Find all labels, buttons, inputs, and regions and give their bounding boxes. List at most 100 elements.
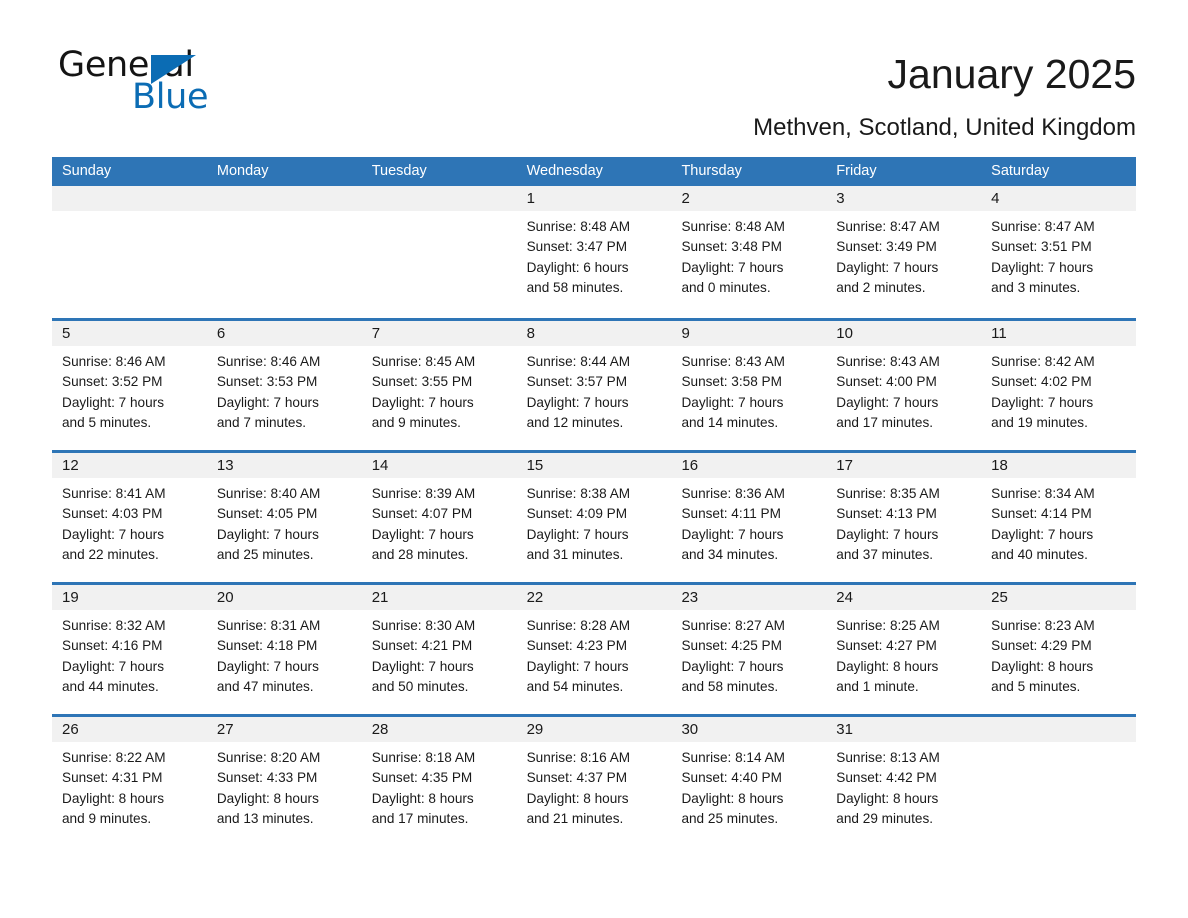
day-detail-line: Sunset: 4:03 PM	[62, 506, 163, 522]
calendar-day-cell-empty	[981, 717, 1137, 846]
day-number: 1	[526, 190, 535, 207]
calendar-day-cell[interactable]: 6 Sunrise: 8:46 AM Sunset: 3:53 PM Daylight…	[206, 321, 362, 450]
calendar-day-cell[interactable]: 13 Sunrise: 8:40 AM Sunset: 4:05 PM Dayligh…	[206, 453, 362, 582]
logo-text-blue: Blue	[132, 77, 209, 117]
day-detail-line: Sunrise: 8:31 AM	[216, 618, 321, 633]
day-details: Sunrise: 8:39 AM Sunset: 4:07 PM Daylight:…	[362, 478, 517, 565]
day-detail-line: Daylight: 7 hours	[991, 394, 1094, 410]
calendar-day-cell[interactable]: 12 Sunrise: 8:41 AM Sunset: 4:03 PM Dayligh…	[52, 453, 207, 582]
day-number: 18	[991, 457, 1008, 474]
day-detail-line: Sunrise: 8:13 AM	[836, 750, 940, 765]
day-detail-line: Daylight: 8 hours	[216, 790, 319, 806]
day-number: 7	[371, 325, 381, 342]
day-detail-line: Sunrise: 8:44 AM	[526, 354, 631, 369]
day-detail-line: and 14 minutes.	[681, 414, 779, 430]
calendar-day-cell[interactable]: 5 Sunrise: 8:46 AM Sunset: 3:52 PM Daylight…	[52, 321, 207, 450]
calendar-day-cell[interactable]: 8 Sunrise: 8:44 AM Sunset: 3:57 PM Daylight…	[516, 321, 672, 450]
calendar-day-cell[interactable]: 25 Sunrise: 8:23 AM Sunset: 4:29 PM Dayligh…	[981, 585, 1137, 714]
calendar-day-cell[interactable]: 30 Sunrise: 8:14 AM Sunset: 4:40 PM Dayligh…	[671, 717, 827, 846]
day-details: Sunrise: 8:31 AM Sunset: 4:18 PM Daylight:…	[207, 610, 362, 697]
day-detail-line: and 37 minutes.	[836, 546, 934, 562]
day-detail-line: Daylight: 8 hours	[681, 790, 784, 806]
day-detail-line: Sunrise: 8:28 AM	[526, 618, 631, 633]
day-detail-line: and 21 minutes.	[526, 810, 624, 826]
calendar-week-row: 26 Sunrise: 8:22 AM Sunset: 4:31 PM Dayligh…	[52, 714, 1137, 846]
calendar-day-cell[interactable]: 10 Sunrise: 8:43 AM Sunset: 4:00 PM Dayligh…	[826, 321, 982, 450]
calendar-day-cell[interactable]: 9 Sunrise: 8:43 AM Sunset: 3:58 PM Daylight…	[671, 321, 827, 450]
day-details: Sunrise: 8:47 AM Sunset: 3:49 PM Daylight:…	[826, 211, 981, 298]
day-detail-line: Sunrise: 8:23 AM	[991, 618, 1095, 633]
calendar-day-cell[interactable]: 26 Sunrise: 8:22 AM Sunset: 4:31 PM Dayligh…	[52, 717, 207, 846]
calendar-week-row: 19 Sunrise: 8:32 AM Sunset: 4:16 PM Dayligh…	[52, 582, 1137, 714]
calendar-day-cell[interactable]: 28 Sunrise: 8:18 AM Sunset: 4:35 PM Dayligh…	[361, 717, 517, 846]
day-number-band: 16	[671, 453, 827, 478]
day-details: Sunrise: 8:40 AM Sunset: 4:05 PM Daylight:…	[207, 478, 362, 565]
calendar-day-cell[interactable]: 23 Sunrise: 8:27 AM Sunset: 4:25 PM Dayligh…	[671, 585, 827, 714]
calendar-day-cell[interactable]: 17 Sunrise: 8:35 AM Sunset: 4:13 PM Dayligh…	[826, 453, 982, 582]
day-number-band: 22	[516, 585, 672, 610]
day-number-band: 11	[981, 321, 1137, 346]
day-detail-line: Sunset: 4:40 PM	[681, 770, 782, 786]
day-detail-line: and 25 minutes.	[681, 810, 779, 826]
day-detail-line: Sunset: 4:25 PM	[681, 638, 782, 654]
day-number: 20	[216, 589, 234, 606]
calendar-day-cell[interactable]: 18 Sunrise: 8:34 AM Sunset: 4:14 PM Dayligh…	[981, 453, 1137, 582]
day-detail-line: and 29 minutes.	[836, 810, 934, 826]
day-detail-line: and 28 minutes.	[371, 546, 469, 562]
day-number-band: 23	[671, 585, 827, 610]
calendar-day-cell[interactable]: 11 Sunrise: 8:42 AM Sunset: 4:02 PM Dayligh…	[981, 321, 1137, 450]
day-detail-line: and 1 minute.	[836, 678, 919, 694]
calendar-day-cell[interactable]: 22 Sunrise: 8:28 AM Sunset: 4:23 PM Dayligh…	[516, 585, 672, 714]
day-number: 13	[216, 457, 234, 474]
calendar-day-cell[interactable]: 15 Sunrise: 8:38 AM Sunset: 4:09 PM Dayligh…	[516, 453, 672, 582]
calendar-day-cell[interactable]: 27 Sunrise: 8:20 AM Sunset: 4:33 PM Dayligh…	[206, 717, 362, 846]
day-detail-line: Daylight: 8 hours	[836, 790, 939, 806]
calendar-day-cell[interactable]: 29 Sunrise: 8:16 AM Sunset: 4:37 PM Dayligh…	[516, 717, 672, 846]
calendar-day-cell[interactable]: 14 Sunrise: 8:39 AM Sunset: 4:07 PM Dayligh…	[361, 453, 517, 582]
calendar-day-cell[interactable]: 3 Sunrise: 8:47 AM Sunset: 3:49 PM Daylight…	[826, 186, 982, 318]
day-detail-line: Daylight: 7 hours	[991, 526, 1094, 542]
day-number-band: 31	[826, 717, 982, 742]
day-number: 31	[836, 721, 853, 738]
calendar-day-cell[interactable]: 7 Sunrise: 8:45 AM Sunset: 3:55 PM Daylight…	[361, 321, 517, 450]
day-number: 25	[991, 589, 1008, 606]
general-blue-logo[interactable]: General Blue	[58, 48, 388, 128]
day-number: 3	[836, 190, 845, 207]
day-detail-line: Daylight: 7 hours	[216, 394, 319, 410]
calendar-day-cell[interactable]: 16 Sunrise: 8:36 AM Sunset: 4:11 PM Dayligh…	[671, 453, 827, 582]
calendar-day-cell-empty	[52, 186, 207, 318]
calendar-day-cell[interactable]: 2 Sunrise: 8:48 AM Sunset: 3:48 PM Daylight…	[671, 186, 827, 318]
day-details: Sunrise: 8:27 AM Sunset: 4:25 PM Daylight:…	[671, 610, 826, 697]
calendar-day-cell[interactable]: 31 Sunrise: 8:13 AM Sunset: 4:42 PM Dayligh…	[826, 717, 982, 846]
calendar-week-row: 12 Sunrise: 8:41 AM Sunset: 4:03 PM Dayligh…	[52, 450, 1137, 582]
day-number-band	[981, 717, 1137, 742]
day-number: 27	[216, 721, 234, 738]
day-detail-line: and 58 minutes.	[526, 279, 624, 295]
calendar-day-cell[interactable]: 21 Sunrise: 8:30 AM Sunset: 4:21 PM Dayligh…	[361, 585, 517, 714]
calendar-day-cell[interactable]: 4 Sunrise: 8:47 AM Sunset: 3:51 PM Daylight…	[981, 186, 1137, 318]
day-detail-line: Sunset: 4:09 PM	[526, 506, 628, 522]
day-number-band: 9	[671, 321, 827, 346]
day-number-band: 17	[826, 453, 982, 478]
day-number-band: 6	[206, 321, 362, 346]
day-details: Sunrise: 8:28 AM Sunset: 4:23 PM Daylight:…	[517, 610, 672, 697]
day-detail-line: and 22 minutes.	[62, 546, 159, 562]
day-detail-line: Daylight: 7 hours	[62, 394, 165, 410]
day-detail-line: Sunset: 3:53 PM	[216, 374, 318, 390]
calendar-day-cell[interactable]: 24 Sunrise: 8:25 AM Sunset: 4:27 PM Dayligh…	[826, 585, 982, 714]
calendar-day-cell[interactable]: 19 Sunrise: 8:32 AM Sunset: 4:16 PM Dayligh…	[52, 585, 207, 714]
day-details: Sunrise: 8:43 AM Sunset: 3:58 PM Daylight:…	[671, 346, 826, 433]
day-number: 12	[62, 457, 79, 474]
day-number: 24	[836, 589, 853, 606]
day-details: Sunrise: 8:16 AM Sunset: 4:37 PM Daylight:…	[517, 742, 672, 829]
day-number-band: 13	[206, 453, 362, 478]
calendar-day-cell[interactable]: 20 Sunrise: 8:31 AM Sunset: 4:18 PM Dayligh…	[206, 585, 362, 714]
calendar-day-cell[interactable]: 1 Sunrise: 8:48 AM Sunset: 3:47 PM Daylight…	[516, 186, 672, 318]
day-detail-line: and 12 minutes.	[526, 414, 624, 430]
day-details: Sunrise: 8:41 AM Sunset: 4:03 PM Daylight:…	[52, 478, 207, 565]
day-number: 30	[681, 721, 699, 738]
day-detail-line: and 17 minutes.	[371, 810, 469, 826]
day-detail-line: and 40 minutes.	[991, 546, 1088, 562]
day-detail-line: Daylight: 7 hours	[681, 394, 784, 410]
day-detail-line: Sunrise: 8:48 AM	[526, 219, 631, 234]
